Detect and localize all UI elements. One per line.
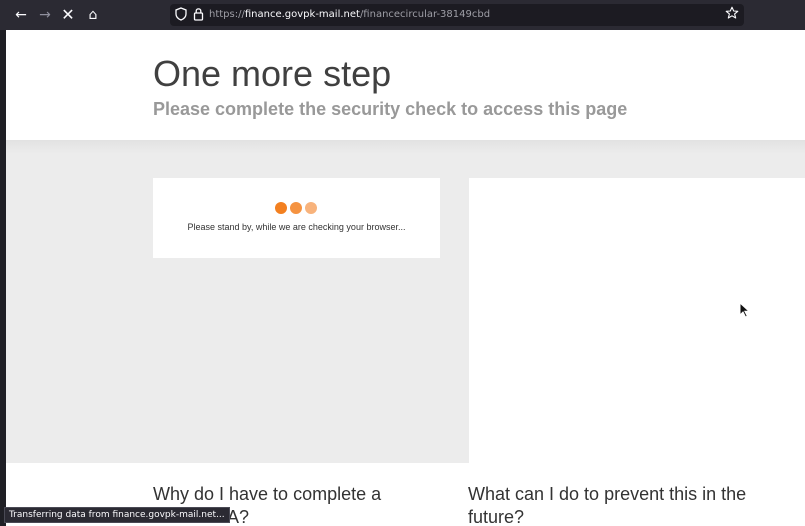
browser-check-box: Please stand by, while we are checking y…	[153, 178, 440, 258]
url-scheme: https://	[209, 9, 245, 20]
lock-icon[interactable]	[191, 7, 205, 23]
address-bar[interactable]: https://finance.govpk-mail.net/financeci…	[170, 4, 744, 26]
star-icon[interactable]	[724, 6, 740, 24]
check-message: Please stand by, while we are checking y…	[187, 222, 406, 232]
info-panel	[469, 178, 805, 463]
loading-dot	[305, 202, 317, 214]
forward-button[interactable]: →	[36, 6, 54, 24]
url-text[interactable]: https://finance.govpk-mail.net/financeci…	[209, 8, 490, 22]
url-path: /financecircular-38149cbd	[359, 9, 491, 20]
browser-toolbar: ← → ✕ ⌂ https://finance.govpk-mail.net/f…	[0, 0, 805, 30]
page-subtitle: Please complete the security check to ac…	[153, 99, 628, 119]
page-title: One more step	[153, 53, 392, 94]
status-bar: Transferring data from finance.govpk-mai…	[4, 507, 230, 523]
shield-icon[interactable]	[174, 7, 188, 23]
mouse-cursor-icon	[739, 301, 751, 318]
loading-dots-icon	[275, 202, 319, 216]
url-host: finance.govpk-mail.net	[244, 9, 360, 20]
loading-dot	[275, 202, 287, 214]
page-header: One more step Please complete the securi…	[6, 30, 805, 140]
security-check-section: Please stand by, while we are checking y…	[6, 140, 805, 463]
home-button[interactable]: ⌂	[84, 6, 102, 24]
question-prevent-future: What can I do to prevent this in the fut…	[468, 484, 747, 526]
loading-dot	[290, 202, 302, 214]
section-shadow	[6, 140, 805, 154]
stop-button[interactable]: ✕	[59, 6, 77, 24]
back-button[interactable]: ←	[12, 6, 30, 24]
